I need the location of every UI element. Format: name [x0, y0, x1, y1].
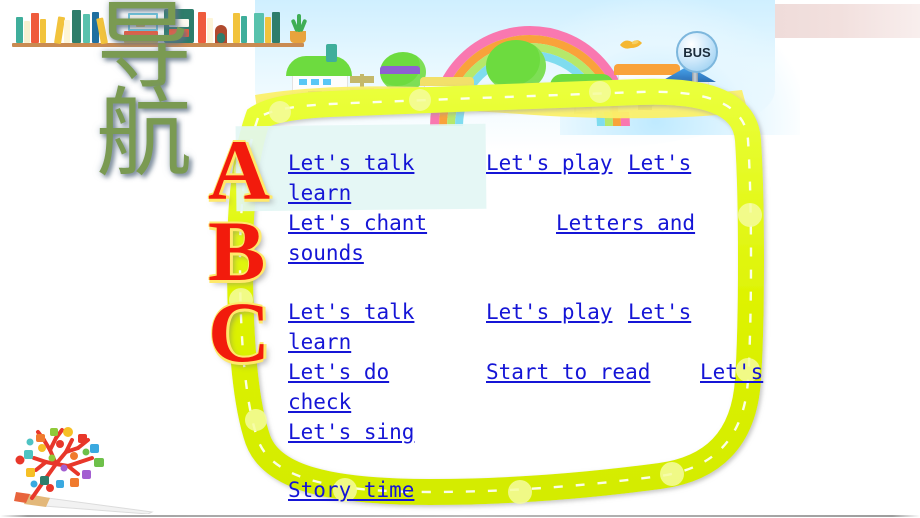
pencil-tree-icon [14, 427, 154, 514]
slide-canvas: 导 航 BUS A B C Let's talk learn Let's pla… [0, 0, 920, 518]
link-lets-play-a[interactable]: Let's play [486, 150, 612, 176]
link-start-to-read-c[interactable]: Start to read [486, 359, 650, 385]
link-learn-c[interactable]: learn [288, 329, 351, 355]
link-lets-a[interactable]: Let's [628, 150, 691, 176]
link-lets-sing-c[interactable]: Let's sing [288, 419, 414, 445]
slide-bottom-rule [0, 515, 920, 517]
link-check-c[interactable]: check [288, 389, 351, 415]
link-lets-c[interactable]: Let's [628, 299, 691, 325]
link-lets-play-c[interactable]: Let's play [486, 299, 612, 325]
link-sounds-a[interactable]: sounds [288, 240, 364, 266]
link-lets-c2[interactable]: Let's [700, 359, 763, 385]
link-lets-talk-c[interactable]: Let's talk [288, 299, 414, 325]
link-lets-talk-a[interactable]: Let's talk [288, 150, 414, 176]
link-lets-chant-a[interactable]: Let's chant [288, 210, 427, 236]
link-learn-a[interactable]: learn [288, 180, 351, 206]
link-letters-and-a[interactable]: Letters and [556, 210, 695, 236]
link-story-time[interactable]: Story time [288, 477, 414, 503]
link-lets-do-c[interactable]: Let's do [288, 359, 389, 385]
